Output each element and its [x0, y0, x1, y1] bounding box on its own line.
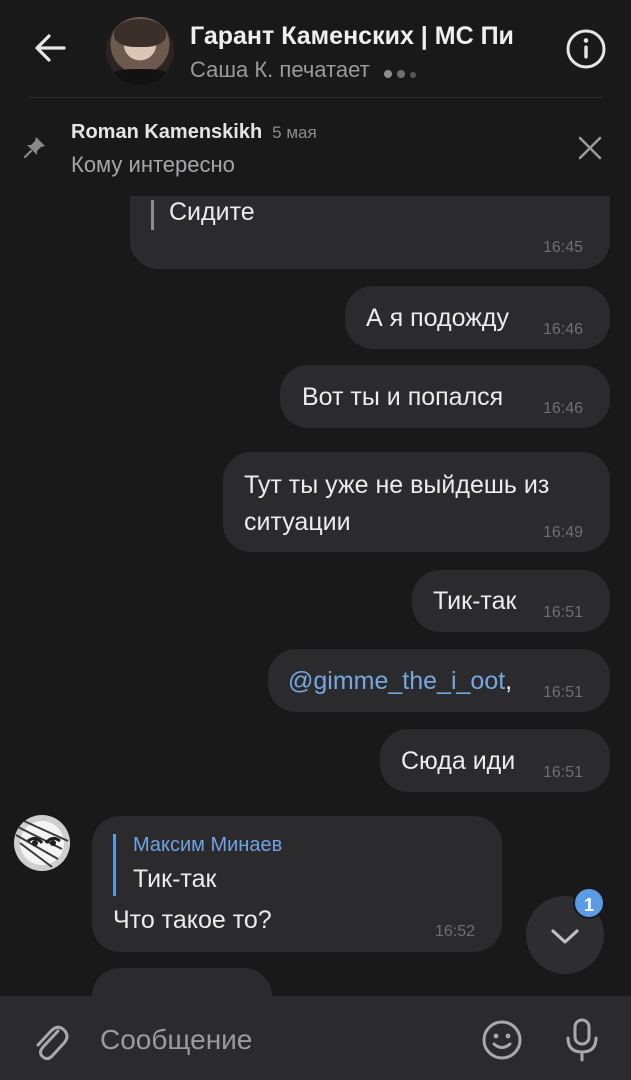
message-text: А я подожду — [366, 304, 510, 332]
typing-status: Саша К. печатает — [190, 57, 421, 84]
message-text: Сидите — [169, 198, 255, 226]
typing-dots-icon — [383, 58, 421, 84]
unread-count-badge: 1 — [573, 887, 605, 919]
message-list[interactable]: Сидите 16:45 А я подожду 16:46 Вот ты и … — [0, 196, 631, 996]
message-text: @gimme_the_i_oot, — [288, 667, 512, 696]
message-time: 16:51 — [543, 684, 584, 701]
pinned-author: Roman Kamenskikh 5 мая — [71, 121, 317, 144]
chat-title[interactable]: Гарант Каменских | МС Пи — [190, 22, 540, 51]
message-text: Вот ты и попался — [302, 383, 504, 411]
reply-quote-bar — [151, 200, 154, 230]
message-time: 16:52 — [435, 923, 476, 940]
message-text-line: Тут ты уже не выйдешь из — [244, 471, 550, 499]
close-icon[interactable] — [574, 132, 606, 164]
avatar-shirt — [108, 69, 172, 85]
message-text-line: ситуации — [244, 508, 351, 536]
pinned-date: 5 мая — [272, 123, 317, 142]
message-time: 16:46 — [543, 400, 584, 417]
paperclip-icon[interactable] — [30, 1019, 70, 1063]
emoji-icon[interactable] — [480, 1018, 524, 1062]
message-input[interactable] — [100, 1020, 460, 1060]
microphone-icon[interactable] — [562, 1016, 602, 1064]
message-text-suffix: , — [505, 667, 513, 695]
message-text: Сюда иди — [401, 747, 516, 775]
sender-avatar-drawing — [15, 820, 69, 868]
info-icon[interactable] — [565, 28, 607, 70]
message-time: 16:51 — [543, 604, 584, 621]
chat-avatar[interactable] — [106, 17, 174, 85]
back-arrow-icon[interactable] — [28, 26, 72, 70]
user-mention-link[interactable]: @gimme_the_i_oot — [288, 667, 505, 695]
pinned-message-bar[interactable] — [0, 98, 631, 194]
message-time: 16:49 — [543, 524, 584, 541]
pinned-text: Кому интересно — [71, 152, 235, 177]
typing-status-text: Саша К. печатает — [190, 57, 370, 82]
message-time: 16:51 — [543, 764, 584, 781]
incoming-message-bubble[interactable] — [92, 968, 272, 996]
pinned-author-name: Roman Kamenskikh — [71, 121, 263, 143]
reply-text: Тик-так — [133, 865, 217, 893]
pin-icon — [23, 137, 45, 159]
message-text: Тик-так — [433, 587, 517, 615]
message-time: 16:46 — [543, 321, 584, 338]
message-time: 16:45 — [543, 239, 584, 256]
avatar-hair — [114, 19, 166, 47]
reply-quote-bar — [113, 834, 116, 896]
reply-author: Максим Минаев — [133, 834, 283, 856]
sender-avatar[interactable] — [14, 815, 70, 871]
message-text: Что такое то? — [113, 906, 272, 934]
